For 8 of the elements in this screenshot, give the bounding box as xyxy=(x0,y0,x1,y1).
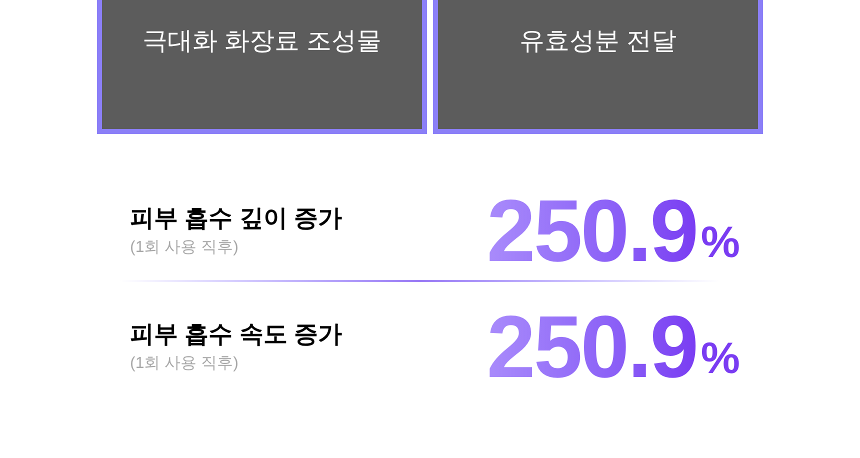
stat-note: (1회 사용 직후) xyxy=(130,354,240,374)
stat-label: 피부 흡수 속도 증가 xyxy=(130,320,342,350)
percent-unit: % xyxy=(700,218,740,268)
percent-unit: % xyxy=(700,334,740,384)
stat-label: 피부 흡수 깊이 증가 xyxy=(130,204,342,234)
patent-title: 극대화 화장료 조성물 xyxy=(142,26,382,57)
stat-note: (1회 사용 직후) xyxy=(130,238,240,258)
patent-title: 유효성분 전달 xyxy=(520,26,676,57)
